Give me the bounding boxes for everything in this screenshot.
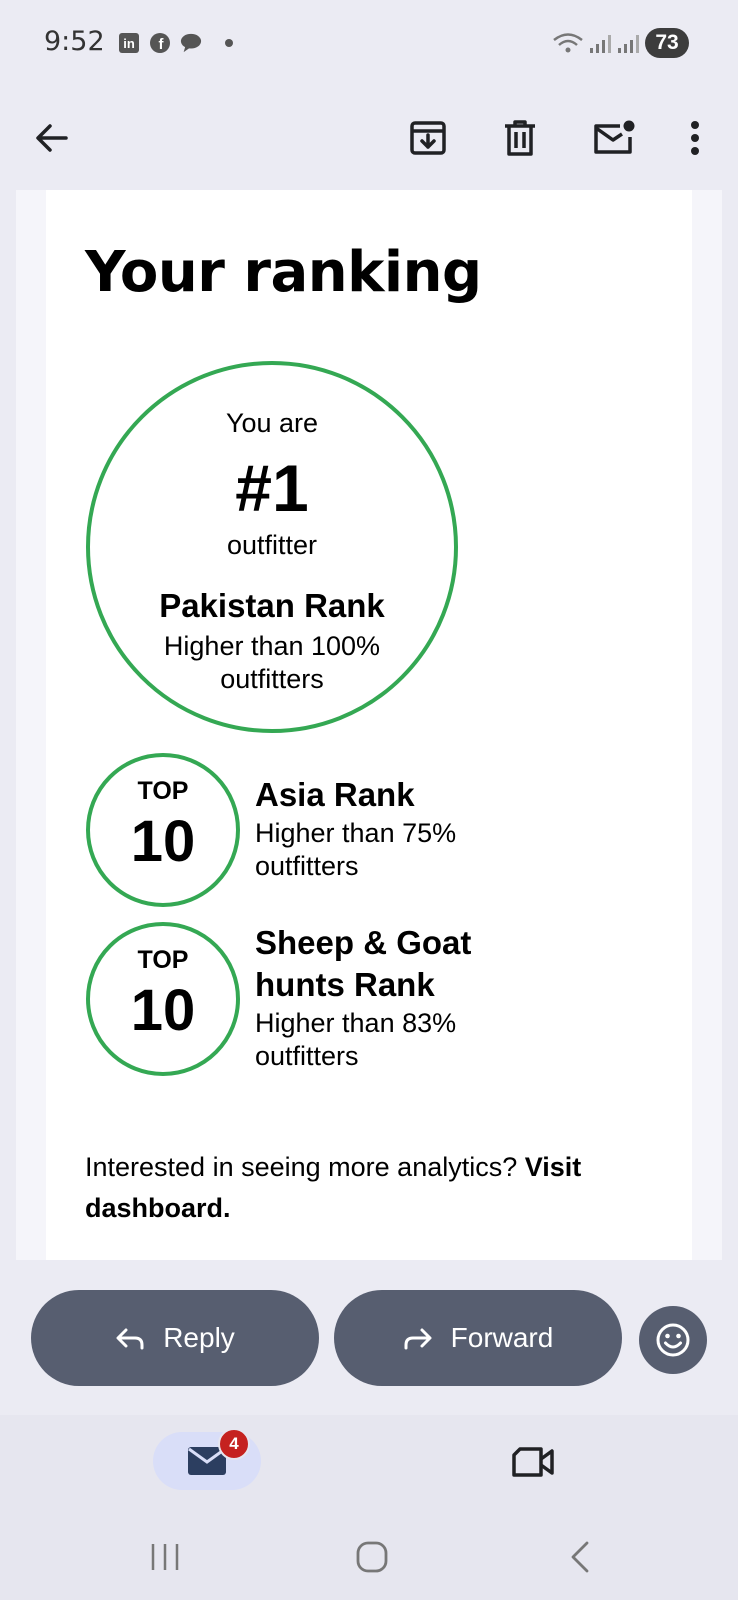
smiley-icon [656,1323,690,1357]
email-toolbar [0,86,738,190]
sheep-goat-rank-description: Higher than 83% outfitters [255,1008,457,1071]
more-vert-icon[interactable] [665,108,725,168]
video-camera-icon [512,1447,554,1477]
reply-label: Reply [163,1322,235,1353]
asia-badge-top: TOP [137,777,189,805]
forward-button[interactable]: Forward [334,1290,622,1386]
chat-icon [180,32,202,54]
archive-icon[interactable] [398,108,458,168]
pakistan-rank-description: Higher than 100% outfitters [163,631,381,694]
rank-unit: outfitter [226,530,318,560]
delete-icon[interactable] [490,108,550,168]
emoji-reaction-button[interactable] [639,1306,707,1374]
reply-icon [116,1328,144,1350]
facebook-icon: f [149,32,171,54]
home-icon[interactable] [342,1535,402,1579]
asia-rank-description: Higher than 75% outfitters [255,818,457,881]
asia-rank-title: Asia Rank [255,776,415,813]
meet-tab[interactable] [505,1440,561,1484]
signal-icon [616,32,646,54]
sheep-goat-rank-title: Sheep & Goat hunts Rank [255,924,472,1003]
battery-indicator: 73 [645,28,689,58]
recent-apps-icon[interactable] [135,1535,195,1579]
linkedin-icon: in [118,32,140,54]
status-time: 9:52 [44,26,105,57]
sheep-goat-badge-number: 10 [130,978,196,1043]
forward-label: Forward [450,1322,554,1353]
asia-badge-number: 10 [130,809,196,874]
forward-icon [404,1328,432,1350]
rank-number: #1 [235,451,309,525]
email-card [46,190,692,1260]
svg-text:in: in [123,36,135,51]
signal-icon [588,32,618,54]
mail-unread-badge: 4 [218,1428,250,1460]
bottom-navigation [0,1415,738,1520]
dot-icon [218,32,240,54]
reply-button[interactable]: Reply [31,1290,319,1386]
system-back-icon[interactable] [550,1535,610,1579]
back-arrow-icon[interactable] [22,108,82,168]
analytics-text: Interested in seeing more analytics? [85,1152,518,1182]
analytics-prompt: Interested in seeing more analytics? Vis… [85,1147,645,1229]
wifi-icon [552,32,584,54]
rank-prefix: You are [225,408,319,438]
sheep-goat-badge-top: TOP [137,946,189,974]
page-title: Your ranking [85,240,482,305]
mark-unread-icon[interactable] [584,108,644,168]
pakistan-rank-title: Pakistan Rank [159,587,385,624]
